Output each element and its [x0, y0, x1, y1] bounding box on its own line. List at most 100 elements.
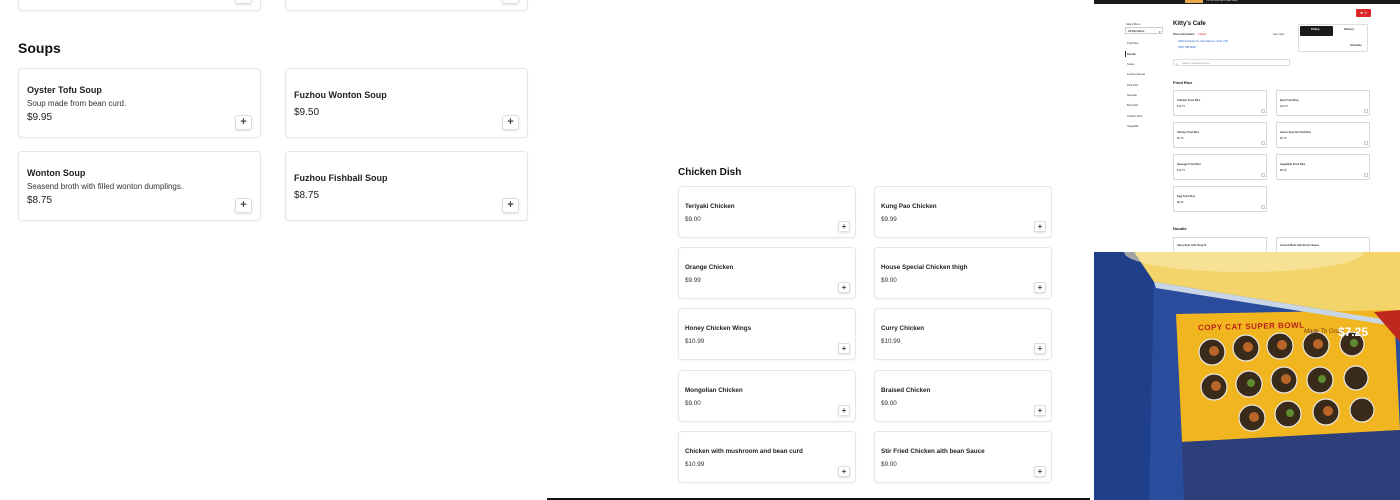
menu-item-card[interactable]: + [285, 0, 528, 11]
add-item-button[interactable] [1261, 109, 1265, 113]
add-item-button[interactable]: + [235, 198, 252, 213]
sidebar-item[interactable]: Noodle [1127, 53, 1136, 56]
menu-item-card[interactable]: Chicken with mushroom and bean curd $10.… [678, 431, 856, 483]
delivery-button[interactable]: Delivery [1334, 26, 1366, 36]
schedule-button[interactable]: Schedule [1350, 44, 1362, 47]
sidebar-active-indicator [1125, 51, 1126, 57]
add-item-button[interactable]: + [502, 198, 519, 213]
menu-item-card[interactable]: Sausage Fried Rice $10.75 [1173, 154, 1267, 180]
menu-item-card[interactable]: Mongolian Chicken $9.00 + [678, 370, 856, 422]
menu-item-card[interactable]: + [18, 0, 261, 11]
item-name: Orange Chicken [685, 264, 734, 271]
item-name: Braised Chicken [881, 387, 931, 394]
add-item-button[interactable] [1364, 109, 1368, 113]
cafe-name: Kitty's Cafe [1173, 21, 1206, 27]
menu-item-card[interactable]: Spicy Beef with Soup N. [1173, 237, 1267, 252]
store-status: Closed [1198, 33, 1207, 36]
add-item-button[interactable]: + [838, 221, 850, 232]
menu-item-card[interactable]: Stir Fried Chicken aith bean Sauce $9.00… [874, 431, 1052, 483]
menu-item-card[interactable]: Wonton Soup Seasend broth with filled wo… [18, 151, 261, 221]
item-name: Honey Chicken Wings [685, 325, 752, 332]
add-item-button[interactable] [1261, 141, 1265, 145]
menu-item-card[interactable]: Teriyaki Chicken $9.00 + [678, 186, 856, 238]
add-item-button[interactable] [1364, 173, 1368, 177]
menu-select-label: Select Menu [1126, 23, 1141, 26]
item-name: Egg Fried Rice [1177, 195, 1196, 198]
search-icon: ⌕ [1176, 61, 1178, 66]
mini-page-screenshot: You are ordering for later today ■ 0 Sel… [1094, 0, 1400, 252]
menu-item-card[interactable]: Braised Chicken $9.00 + [874, 370, 1052, 422]
item-name: Sausage Fried Rice [1177, 163, 1201, 166]
cart-button[interactable]: ■ 0 [1356, 9, 1371, 17]
menu-item-card[interactable]: Orange Chicken $9.99 + [678, 247, 856, 299]
cart-icon: ■ [1360, 11, 1363, 15]
add-item-button[interactable]: + [838, 282, 850, 293]
menu-item-card[interactable]: Chicken Fried Rice $10.75 [1173, 90, 1267, 116]
add-item-button[interactable] [1261, 205, 1265, 209]
address[interactable]: 2994 Sunbeam St, San Marcos, CA 91 (78) [1178, 40, 1228, 43]
menu-select[interactable]: All Day Menu ▾ [1125, 27, 1163, 34]
menu-item-card[interactable]: Kung Pao Chicken $9.99 + [874, 186, 1052, 238]
menu-item-card[interactable]: Beef Fried Rice $10.75 [1276, 90, 1370, 116]
add-item-button[interactable] [1261, 173, 1265, 177]
item-price: $9.00 [685, 400, 701, 407]
section-heading: Fried Rice [1173, 80, 1193, 85]
add-item-button[interactable]: + [1034, 221, 1046, 232]
sidebar-item[interactable]: Specials [1127, 94, 1137, 97]
menu-item-card[interactable]: Curry Chicken $10.99 + [874, 308, 1052, 360]
sidebar-item[interactable]: Soups [1127, 63, 1134, 66]
photo-svg [1094, 252, 1400, 500]
add-item-button[interactable]: + [1034, 343, 1046, 354]
item-price: $10.75 [1177, 105, 1185, 108]
sidebar-item[interactable]: Beef Dish [1127, 104, 1138, 107]
sidebar-item[interactable]: Fried Rice [1127, 42, 1139, 45]
item-name: Stir Fried Chicken aith bean Sauce [881, 448, 985, 455]
add-item-button[interactable]: + [838, 343, 850, 354]
item-name: Shrimp Fried Rice [1177, 131, 1200, 134]
item-price: $8.75 [27, 195, 53, 206]
top-banner [1094, 0, 1400, 4]
add-item-button[interactable]: + [838, 466, 850, 477]
add-item-button[interactable]: + [502, 115, 519, 130]
pickup-button[interactable]: Pickup [1300, 26, 1333, 36]
item-name: Fuzhou Wonton Soup [294, 90, 387, 100]
menu-select-value: All Day Menu [1128, 30, 1145, 33]
menu-item-card[interactable]: Fuzhou Fishball Soup $8.75 + [285, 151, 528, 221]
item-description: Seasend broth with filled wonton dumplin… [27, 182, 184, 191]
sidebar-item[interactable]: Vegetable [1127, 125, 1139, 128]
add-item-button[interactable]: + [235, 0, 252, 4]
add-item-button[interactable]: + [1034, 405, 1046, 416]
item-price: $9.00 [881, 400, 897, 407]
menu-item-card[interactable]: Ground Meat with Brown Sauce [1276, 237, 1370, 252]
menu-item-card[interactable]: Vegetable Fried Rice $8.25 [1276, 154, 1370, 180]
item-description: Soup made from bean curd. [27, 99, 127, 108]
add-item-button[interactable]: + [1034, 466, 1046, 477]
menu-item-card[interactable]: House Special Chicken thigh $9.00 + [874, 247, 1052, 299]
item-price: $9.99 [685, 277, 701, 284]
item-name: Chicken with mushroom and bean curd [685, 448, 803, 455]
item-price: $10.99 [685, 461, 705, 468]
menu-item-card[interactable]: Oyster Tofu Soup Soup made from bean cur… [18, 68, 261, 138]
sidebar-item[interactable]: Pork Dish [1127, 84, 1138, 87]
item-price: $9.95 [27, 112, 53, 123]
phone[interactable]: (555) 780-8900 [1178, 46, 1196, 49]
add-item-button[interactable]: + [1034, 282, 1046, 293]
menu-item-card[interactable]: Shrimp Fried Rice $9.75 [1173, 122, 1267, 148]
see-more-link[interactable]: See more [1273, 33, 1284, 36]
item-price: $9.00 [881, 461, 897, 468]
menu-item-card[interactable]: Egg Fried Rice $8.25 [1173, 186, 1267, 212]
menu-item-card[interactable]: Honey Chicken Wings $10.99 + [678, 308, 856, 360]
add-item-button[interactable] [1364, 141, 1368, 145]
item-name: House Special Chicken thigh [881, 264, 968, 271]
item-price: $10.99 [881, 338, 901, 345]
sidebar-item[interactable]: Fuzhou Special [1127, 73, 1145, 76]
menu-item-card[interactable]: Fuzhou Wonton Soup $9.50 + [285, 68, 528, 138]
add-item-button[interactable]: + [502, 0, 519, 4]
search-input[interactable]: ⌕ Search restaurant items [1173, 59, 1290, 66]
sidebar-item[interactable]: Chicken Dish [1127, 115, 1142, 118]
add-item-button[interactable]: + [838, 405, 850, 416]
item-name: Spicy Beef with Soup N. [1177, 244, 1207, 247]
menu-item-card[interactable]: House Special Fried Rice $9.75 [1276, 122, 1370, 148]
add-item-button[interactable]: + [235, 115, 252, 130]
plus-icon: + [507, 199, 514, 211]
